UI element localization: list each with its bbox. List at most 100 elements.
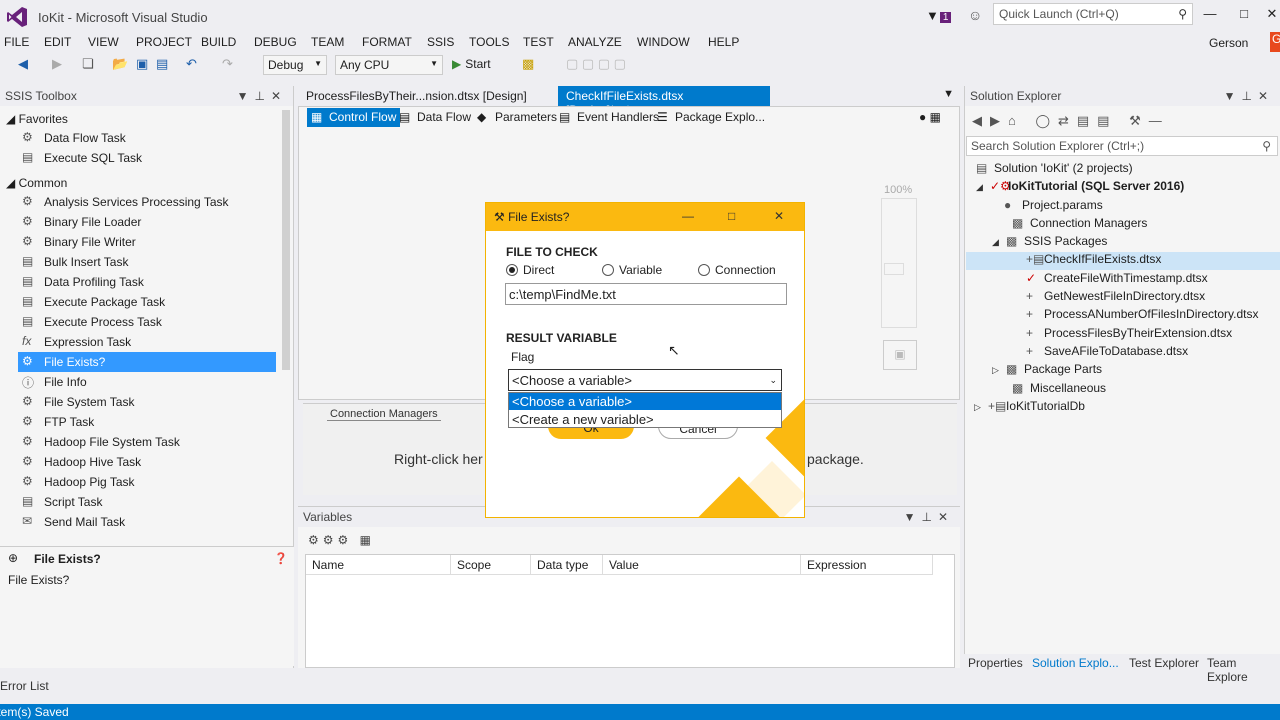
pane-controls[interactable]: ▼⊥✕ <box>904 510 954 524</box>
toolbox-item[interactable]: ⚙ Hadoop File System Task <box>18 432 276 452</box>
collapsed-icon[interactable]: ▷ <box>992 365 1006 376</box>
toolbar-disabled-icon[interactable]: ▢ ▢ ▢ ▢ <box>566 56 626 72</box>
undo-icon[interactable]: ↶ <box>186 56 197 72</box>
solution-explorer-toolbar[interactable]: ◀▶⌂ ◯⇄▤▤ ⚒— <box>972 113 1170 129</box>
tab-error-list[interactable]: Error List <box>0 679 49 693</box>
user-name[interactable]: Gerson <box>1209 36 1248 50</box>
tree-node[interactable]: + GetNewestFileInDirectory.dtsx <box>1026 289 1205 307</box>
minimize-button[interactable]: — <box>1200 6 1220 24</box>
toolbox-group-common[interactable]: ◢ Common <box>6 176 67 190</box>
tree-node-solution[interactable]: ▤ Solution 'IoKit' (2 projects) <box>976 161 1133 179</box>
connection-managers-tab[interactable]: Connection Managers <box>327 408 441 421</box>
variables-toolbar[interactable]: ⚙⚙⚙ ▦ <box>308 533 375 547</box>
toolbox-item[interactable]: ⚙ Binary File Writer <box>18 232 276 252</box>
toolbox-item[interactable]: ⓘ File Info <box>18 372 276 392</box>
tree-node[interactable]: ▷ ▩ Package Parts <box>992 362 1102 380</box>
attach-icon[interactable]: ▩ <box>522 56 534 72</box>
column-scope[interactable]: Scope <box>451 555 531 575</box>
tree-node[interactable]: ▩ Miscellaneous <box>1012 381 1106 399</box>
menu-team[interactable]: TEAM <box>311 35 344 49</box>
tree-node[interactable]: ◢ ▩ SSIS Packages <box>992 234 1107 252</box>
toolbox-item[interactable]: ⚙ Data Flow Task <box>18 128 276 148</box>
toolbox-item[interactable]: ▤ Bulk Insert Task <box>18 252 276 272</box>
toolbox-scrollbar[interactable] <box>282 110 290 370</box>
notifications-filter-icon[interactable]: ▼ 1 <box>926 8 952 23</box>
zoom-slider-thumb[interactable] <box>884 263 904 275</box>
quick-launch-input[interactable]: Quick Launch (Ctrl+Q) ⚲ <box>993 3 1193 25</box>
tree-node[interactable]: + SaveAFileToDatabase.dtsx <box>1026 344 1188 362</box>
expand-icon[interactable]: ◢ <box>976 182 990 193</box>
dialog-minimize-button[interactable]: — <box>682 209 694 223</box>
toolbox-group-favorites[interactable]: ◢ Favorites <box>6 112 68 126</box>
menu-help[interactable]: HELP <box>708 35 739 49</box>
toolbox-item[interactable]: ▤ Execute SQL Task <box>18 148 276 168</box>
toolbox-item[interactable]: ✉ Send Mail Task <box>18 512 276 532</box>
close-window-button[interactable]: ✕ <box>1262 6 1280 24</box>
tree-node-project[interactable]: ▷ +▤IoKitTutorialDb <box>974 399 1085 417</box>
menu-test[interactable]: TEST <box>523 35 554 49</box>
toolbox-item[interactable]: ⚙ Hadoop Pig Task <box>18 472 276 492</box>
menu-debug[interactable]: DEBUG <box>254 35 297 49</box>
option-choose-variable[interactable]: <Choose a variable> <box>509 393 781 410</box>
feedback-icon[interactable]: ☺ <box>968 7 982 23</box>
tab-solution-explorer[interactable]: Solution Explo... <box>1032 656 1119 670</box>
tab-check-if-file-exists[interactable]: CheckIfFileExists.dtsx [Design]*⊥✕ <box>558 86 770 117</box>
toolbox-item[interactable]: ▤ Execute Package Task <box>18 292 276 312</box>
option-create-variable[interactable]: <Create a new variable> <box>509 411 781 428</box>
column-expression[interactable]: Expression <box>801 555 933 575</box>
maximize-button[interactable]: □ <box>1234 6 1254 24</box>
save-icon[interactable]: ▣ <box>136 56 148 72</box>
menu-analyze[interactable]: ANALYZE <box>568 35 622 49</box>
menu-build[interactable]: BUILD <box>201 35 236 49</box>
menu-ssis[interactable]: SSIS <box>427 35 454 49</box>
tab-data-flow[interactable]: ▤ Data Flow <box>395 108 475 127</box>
tree-node[interactable]: ▩ Connection Managers <box>1012 216 1147 234</box>
toolbox-item[interactable]: ⚙ File System Task <box>18 392 276 412</box>
radio-connection[interactable]: Connection <box>698 263 776 277</box>
tab-properties[interactable]: Properties <box>968 656 1023 670</box>
toolbox-item[interactable]: ⚙ Binary File Loader <box>18 212 276 232</box>
tab-test-explorer[interactable]: Test Explorer <box>1129 656 1199 670</box>
radio-variable[interactable]: Variable <box>602 263 662 277</box>
collapsed-icon[interactable]: ▷ <box>974 402 988 413</box>
redo-icon[interactable]: ↷ <box>222 56 233 72</box>
toolbox-item[interactable]: ▤ Execute Process Task <box>18 312 276 332</box>
solution-search-input[interactable]: Search Solution Explorer (Ctrl+;) ⚲ <box>966 136 1278 156</box>
designer-tools-icon[interactable]: ● ▦ <box>919 110 941 124</box>
toolbox-item[interactable]: ▤ Data Profiling Task <box>18 272 276 292</box>
flag-variable-select[interactable]: <Choose a variable> ⌄ <box>508 369 782 391</box>
collapse-icon[interactable]: ⊕ <box>8 551 18 565</box>
file-path-input[interactable]: c:\temp\FindMe.txt <box>505 283 787 305</box>
tree-node[interactable]: ● Project.params <box>1004 198 1103 216</box>
expand-icon[interactable]: ◢ <box>992 237 1006 248</box>
zoom-to-fit-icon[interactable]: ▣ <box>883 340 917 370</box>
forward-icon[interactable]: ▶ <box>52 56 62 72</box>
tab-parameters[interactable]: ◆ Parameters <box>473 108 561 127</box>
help-icon[interactable]: ❓ <box>274 552 288 565</box>
tab-overflow-icon[interactable]: ▼ <box>943 88 954 100</box>
dialog-close-button[interactable]: ✕ <box>774 209 784 223</box>
column-name[interactable]: Name <box>306 555 451 575</box>
tab-process-files[interactable]: ProcessFilesByTheir...nsion.dtsx [Design… <box>298 86 535 106</box>
back-icon[interactable]: ◀ <box>18 56 28 72</box>
menu-window[interactable]: WINDOW <box>637 35 690 49</box>
menu-view[interactable]: VIEW <box>88 35 119 49</box>
menu-edit[interactable]: EDIT <box>44 35 71 49</box>
account-avatar[interactable]: G <box>1270 32 1280 52</box>
menu-tools[interactable]: TOOLS <box>469 35 509 49</box>
toolbox-item[interactable]: ▤ Script Task <box>18 492 276 512</box>
tree-node[interactable]: ✓ CreateFileWithTimestamp.dtsx <box>1026 271 1208 289</box>
variables-grid[interactable]: Name Scope Data type Value Expression <box>305 554 955 668</box>
solution-platform-select[interactable]: Any CPU ▼ <box>335 55 443 75</box>
menu-project[interactable]: PROJECT <box>136 35 192 49</box>
zoom-slider[interactable] <box>881 198 917 328</box>
tab-team-explorer[interactable]: Team Explore <box>1207 656 1280 684</box>
tree-node-project[interactable]: ◢ ✓⚙IoKitTutorial (SQL Server 2016) <box>976 179 1184 197</box>
tree-node[interactable]: + ProcessANumberOfFilesInDirectory.dtsx <box>1026 307 1259 325</box>
dialog-maximize-button[interactable]: □ <box>728 209 735 223</box>
tree-node-selected[interactable]: +▤CheckIfFileExists.dtsx <box>966 252 1280 270</box>
save-all-icon[interactable]: ▤ <box>156 56 168 72</box>
pane-controls[interactable]: ▼⊥✕ <box>237 89 287 103</box>
menu-format[interactable]: FORMAT <box>362 35 412 49</box>
new-project-icon[interactable]: ❏ <box>82 56 94 72</box>
